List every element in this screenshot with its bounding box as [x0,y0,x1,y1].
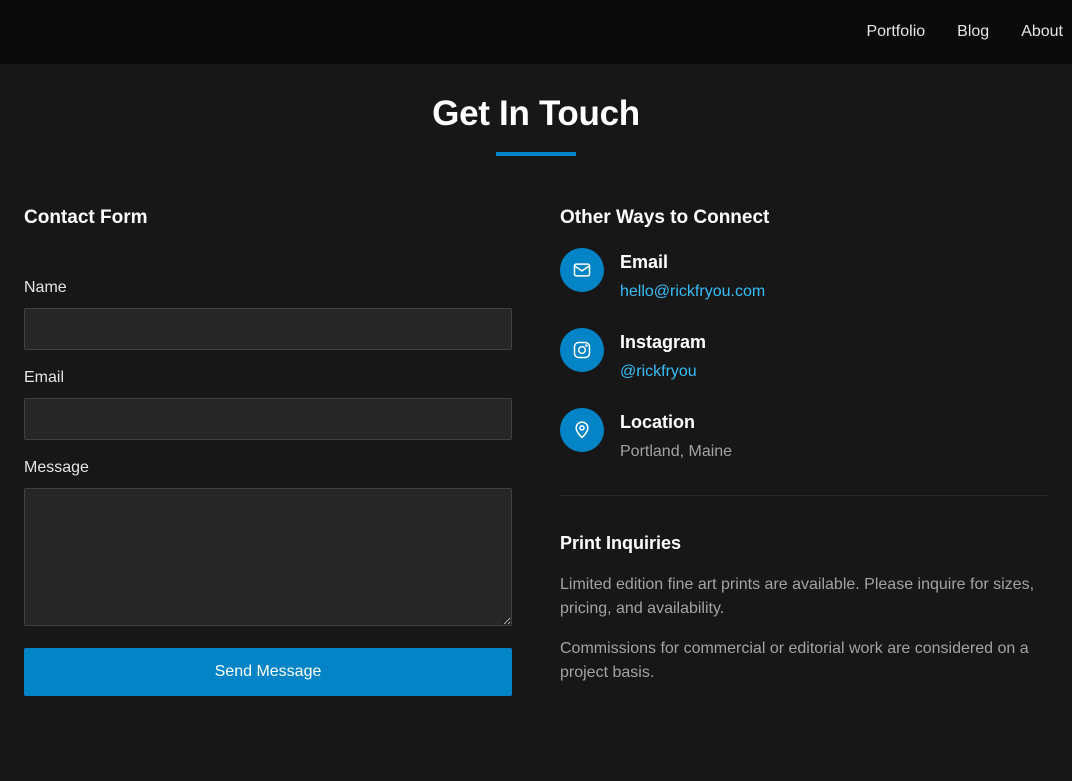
title-underline [496,152,576,156]
message-label: Message [24,459,89,476]
nav-link-portfolio[interactable]: Portfolio [866,23,925,41]
nav-link-blog[interactable]: Blog [957,23,989,41]
contact-email-link[interactable]: hello@rickfryou.com [620,283,765,300]
connect-section: Other Ways to Connect Email hello@rickfr… [560,204,1048,681]
email-label: Email [24,369,65,386]
nav-link-about[interactable]: About [1021,23,1063,41]
print-inquiries-paragraph-2: Commissions for commercial or editorial … [560,640,1029,681]
print-inquiries-paragraph-1: Limited edition fine art prints are avai… [560,576,1035,617]
contact-form-title: Contact Form [24,207,148,228]
contact-location-title: Location [620,412,695,432]
email-input[interactable] [24,398,512,440]
contact-email-title: Email [620,252,669,272]
mail-icon [560,248,604,292]
main-nav: Portfolio Blog About [866,0,1063,64]
contact-instagram-title: Instagram [620,332,707,352]
contact-item-location: Location Portland, Maine [560,408,1048,468]
contact-location-value: Portland, Maine [620,443,733,460]
instagram-icon [560,328,604,372]
message-textarea[interactable] [24,488,512,626]
page-title: Get In Touch [432,94,640,133]
send-message-button[interactable]: Send Message [24,648,512,696]
name-label: Name [24,279,67,296]
print-inquiries-title: Print Inquiries [560,533,682,553]
contact-instagram-link[interactable]: @rickfryou [620,363,697,380]
map-pin-icon [560,408,604,452]
top-nav-bar: Portfolio Blog About [0,0,1072,64]
contact-item-instagram: Instagram @rickfryou [560,328,1048,388]
contact-item-email: Email hello@rickfryou.com [560,248,1048,308]
name-input[interactable] [24,308,512,350]
section-divider [560,495,1048,496]
contact-form-section: Contact Form Name Email Message Send Mes… [24,204,512,696]
connect-title: Other Ways to Connect [560,207,770,228]
